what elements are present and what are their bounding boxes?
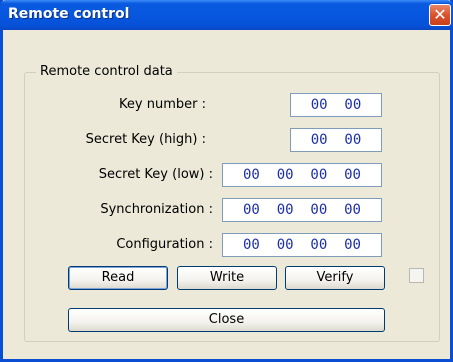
close-button[interactable]: Close: [68, 308, 385, 332]
secret-key-high-field[interactable]: 00 00: [290, 128, 382, 152]
verify-button[interactable]: Verify: [285, 266, 385, 290]
configuration-label: Configuration :: [116, 237, 213, 252]
read-button[interactable]: Read: [68, 266, 168, 290]
key-number-field[interactable]: 00 00: [290, 93, 382, 117]
synchronization-field[interactable]: 00 00 00 00: [222, 198, 382, 222]
close-window-button[interactable]: ✕: [429, 4, 451, 26]
close-x-icon: ✕: [433, 5, 447, 24]
secret-key-low-field[interactable]: 00 00 00 00: [222, 163, 382, 187]
group-label: Remote control data: [36, 64, 177, 79]
secret-key-low-label: Secret Key (low) :: [98, 167, 213, 182]
key-number-label: Key number :: [119, 97, 206, 112]
configuration-field[interactable]: 00 00 00 00: [222, 233, 382, 257]
secret-key-high-label: Secret Key (high) :: [85, 132, 206, 147]
remote-control-window: Remote control ✕ Remote control data Key…: [0, 0, 453, 362]
title-bar[interactable]: Remote control ✕: [0, 0, 453, 30]
window-title: Remote control: [8, 6, 130, 22]
option-checkbox[interactable]: [409, 268, 424, 283]
synchronization-label: Synchronization :: [100, 202, 213, 217]
write-button[interactable]: Write: [177, 266, 277, 290]
